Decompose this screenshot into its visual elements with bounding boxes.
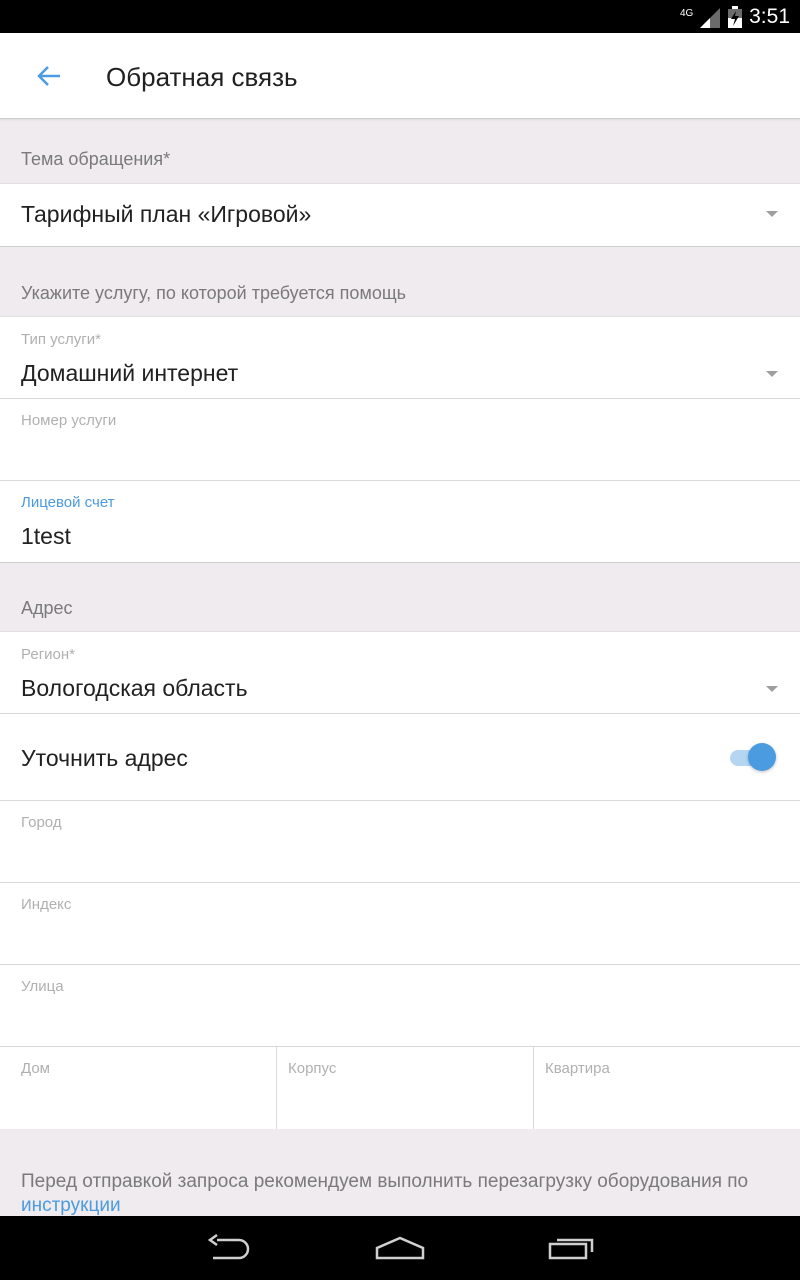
dropdown-arrow-icon [766, 371, 778, 377]
app-toolbar: Обратная связь [0, 33, 800, 119]
service-type-value: Домашний интернет [21, 360, 239, 386]
nav-home-icon[interactable] [374, 1234, 426, 1262]
account-field[interactable]: Лицевой счет 1test [0, 481, 800, 563]
city-label: Город [21, 814, 62, 831]
address-section-label: Адрес [21, 598, 73, 618]
topic-select[interactable]: Тарифный план «Игровой» [0, 183, 800, 247]
building-label: Корпус [288, 1060, 337, 1077]
city-field[interactable]: Город [0, 801, 800, 883]
region-label: Регион* [21, 646, 76, 663]
region-select[interactable]: Регион* Вологодская область [0, 631, 800, 714]
signal-icon: 4G [680, 8, 720, 28]
topic-section-label: Тема обращения* [21, 149, 171, 169]
reboot-notice: Перед отправкой запроса рекомендуем выпо… [21, 1170, 791, 1218]
account-value: 1test [21, 523, 71, 549]
refine-address-label: Уточнить адрес [21, 745, 188, 771]
building-field[interactable]: Корпус [277, 1047, 534, 1129]
back-arrow-icon[interactable] [34, 61, 64, 91]
service-number-label: Номер услуги [21, 412, 117, 429]
apartment-label: Квартира [545, 1060, 610, 1077]
status-bar: 4G 3:51 [0, 0, 800, 33]
instructions-link[interactable]: инструкции [21, 1195, 121, 1216]
topic-value: Тарифный план «Игровой» [21, 201, 312, 227]
refine-address-row: Уточнить адрес [0, 714, 800, 801]
street-field[interactable]: Улица [0, 965, 800, 1047]
status-time: 3:51 [749, 5, 790, 28]
service-type-select[interactable]: Тип услуги* Домашний интернет [0, 316, 800, 399]
nav-recents-icon[interactable] [547, 1234, 595, 1262]
account-label: Лицевой счет [21, 494, 115, 511]
apartment-field[interactable]: Квартира [534, 1047, 800, 1129]
network-type: 4G [680, 8, 694, 19]
service-section-label: Укажите услугу, по которой требуется пом… [21, 283, 407, 303]
system-nav-bar [0, 1216, 800, 1280]
battery-icon [728, 6, 742, 28]
street-label: Улица [21, 978, 64, 995]
notice-text: Перед отправкой запроса рекомендуем выпо… [21, 1171, 749, 1192]
index-label: Индекс [21, 896, 72, 913]
house-details-row: Дом Корпус Квартира [0, 1047, 800, 1129]
nav-back-icon[interactable] [205, 1234, 253, 1262]
dropdown-arrow-icon [766, 686, 778, 692]
toggle-thumb [748, 743, 776, 771]
service-number-field[interactable]: Номер услуги [0, 399, 800, 481]
dropdown-arrow-icon [766, 211, 778, 217]
house-field[interactable]: Дом [0, 1047, 277, 1129]
region-value: Вологодская область [21, 675, 248, 701]
index-field[interactable]: Индекс [0, 883, 800, 965]
service-type-label: Тип услуги* [21, 331, 101, 348]
house-label: Дом [21, 1060, 50, 1077]
page-title: Обратная связь [106, 62, 298, 92]
